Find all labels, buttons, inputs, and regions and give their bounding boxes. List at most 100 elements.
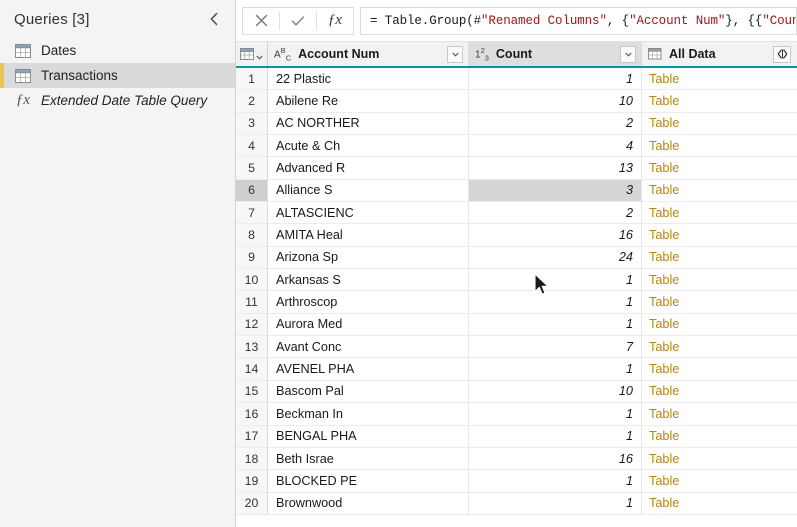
cell-all-data[interactable]: Table [642, 492, 797, 515]
table-link[interactable]: Table [649, 273, 679, 287]
table-link[interactable]: Table [649, 139, 679, 153]
cell-all-data[interactable]: Table [642, 425, 797, 448]
cell-all-data[interactable]: Table [642, 68, 797, 91]
row-number[interactable]: 1 [236, 68, 268, 91]
cell-count[interactable]: 4 [469, 135, 642, 158]
cell-account-num[interactable]: BENGAL PHA [268, 425, 469, 448]
query-item-extended-date-table-query[interactable]: ƒx Extended Date Table Query [0, 88, 235, 113]
chevron-down-icon[interactable] [447, 45, 463, 63]
table-row[interactable]: 12 Aurora Med 1 Table [236, 313, 797, 337]
cell-all-data[interactable]: Table [642, 447, 797, 471]
cell-all-data[interactable]: Table [642, 380, 797, 404]
table-link[interactable]: Table [649, 250, 679, 264]
cell-account-num[interactable]: AVENEL PHA [268, 358, 469, 381]
row-number[interactable]: 17 [236, 425, 268, 448]
table-row[interactable]: 10 Arkansas S 1 Table [236, 269, 797, 292]
table-link[interactable]: Table [649, 116, 679, 130]
cell-account-num[interactable]: Alliance S [268, 179, 469, 203]
row-number[interactable]: 12 [236, 313, 268, 337]
table-link[interactable]: Table [649, 72, 679, 86]
row-number[interactable]: 2 [236, 90, 268, 113]
cell-all-data[interactable]: Table [642, 135, 797, 158]
table-link[interactable]: Table [649, 183, 679, 197]
row-number[interactable]: 16 [236, 403, 268, 426]
cell-all-data[interactable]: Table [642, 246, 797, 270]
cell-account-num[interactable]: Brownwood [268, 492, 469, 515]
check-icon[interactable] [280, 8, 316, 34]
table-link[interactable]: Table [649, 407, 679, 421]
row-number[interactable]: 14 [236, 358, 268, 381]
cell-count[interactable]: 1 [469, 470, 642, 493]
cell-count[interactable]: 1 [469, 358, 642, 381]
cell-all-data[interactable]: Table [642, 358, 797, 381]
row-number[interactable]: 5 [236, 157, 268, 180]
row-number[interactable]: 18 [236, 447, 268, 471]
table-link[interactable]: Table [649, 161, 679, 175]
table-link[interactable]: Table [649, 474, 679, 488]
table-row[interactable]: 14 AVENEL PHA 1 Table [236, 358, 797, 381]
chevron-down-icon[interactable] [620, 45, 636, 63]
cell-account-num[interactable]: Abilene Re [268, 90, 469, 113]
table-row[interactable]: 13 Avant Conc 7 Table [236, 336, 797, 359]
cell-count[interactable]: 10 [469, 380, 642, 404]
cell-account-num[interactable]: Arizona Sp [268, 246, 469, 270]
table-row[interactable]: 17 BENGAL PHA 1 Table [236, 425, 797, 448]
close-icon[interactable] [243, 8, 279, 34]
cell-count[interactable]: 1 [469, 313, 642, 337]
cell-count[interactable]: 1 [469, 403, 642, 426]
row-number[interactable]: 3 [236, 112, 268, 136]
cell-count[interactable]: 1 [469, 425, 642, 448]
column-header-count[interactable]: 123 Count [469, 42, 642, 66]
chevron-left-icon[interactable] [203, 8, 225, 30]
table-row[interactable]: 5 Advanced R 13 Table [236, 157, 797, 180]
table-row[interactable]: 15 Bascom Pal 10 Table [236, 380, 797, 404]
cell-all-data[interactable]: Table [642, 313, 797, 337]
cell-account-num[interactable]: Aurora Med [268, 313, 469, 337]
cell-all-data[interactable]: Table [642, 403, 797, 426]
table-link[interactable]: Table [649, 206, 679, 220]
table-row[interactable]: 3 AC NORTHER 2 Table [236, 112, 797, 136]
row-number[interactable]: 9 [236, 246, 268, 270]
cell-account-num[interactable]: Advanced R [268, 157, 469, 180]
cell-count[interactable]: 1 [469, 269, 642, 292]
cell-all-data[interactable]: Table [642, 470, 797, 493]
table-link[interactable]: Table [649, 317, 679, 331]
cell-account-num[interactable]: Arkansas S [268, 269, 469, 292]
cell-account-num[interactable]: Avant Conc [268, 336, 469, 359]
row-number[interactable]: 15 [236, 380, 268, 404]
table-row[interactable]: 4 Acute & Ch 4 Table [236, 135, 797, 158]
query-item-dates[interactable]: Dates [0, 38, 235, 63]
row-number[interactable]: 10 [236, 269, 268, 292]
cell-account-num[interactable]: Beckman In [268, 403, 469, 426]
expand-columns-icon[interactable] [773, 45, 791, 63]
row-number[interactable]: 7 [236, 202, 268, 225]
column-header-account-num[interactable]: ABC Account Num [268, 42, 469, 66]
row-number[interactable]: 4 [236, 135, 268, 158]
formula-input[interactable]: = Table.Group(#"Renamed Columns", {"Acco… [360, 6, 797, 35]
table-row[interactable]: 16 Beckman In 1 Table [236, 403, 797, 426]
table-row[interactable]: 2 Abilene Re 10 Table [236, 90, 797, 113]
table-row[interactable]: 1 22 Plastic 1 Table [236, 68, 797, 91]
cell-account-num[interactable]: Arthroscop [268, 291, 469, 314]
cell-all-data[interactable]: Table [642, 224, 797, 247]
row-number[interactable]: 13 [236, 336, 268, 359]
cell-account-num[interactable]: AMITA Heal [268, 224, 469, 247]
cell-count[interactable]: 16 [469, 447, 642, 471]
table-row[interactable]: 18 Beth Israe 16 Table [236, 447, 797, 471]
cell-account-num[interactable]: 22 Plastic [268, 68, 469, 91]
table-link[interactable]: Table [649, 228, 679, 242]
row-number[interactable]: 8 [236, 224, 268, 247]
cell-account-num[interactable]: Acute & Ch [268, 135, 469, 158]
cell-all-data[interactable]: Table [642, 90, 797, 113]
table-link[interactable]: Table [649, 496, 679, 510]
table-link[interactable]: Table [649, 384, 679, 398]
cell-all-data[interactable]: Table [642, 202, 797, 225]
table-row[interactable]: 11 Arthroscop 1 Table [236, 291, 797, 314]
cell-count[interactable]: 1 [469, 68, 642, 91]
table-row[interactable]: 6 Alliance S 3 Table [236, 179, 797, 203]
table-row[interactable]: 7 ALTASCIENC 2 Table [236, 202, 797, 225]
row-number[interactable]: 19 [236, 470, 268, 493]
cell-count[interactable]: 7 [469, 336, 642, 359]
table-link[interactable]: Table [649, 429, 679, 443]
cell-all-data[interactable]: Table [642, 291, 797, 314]
